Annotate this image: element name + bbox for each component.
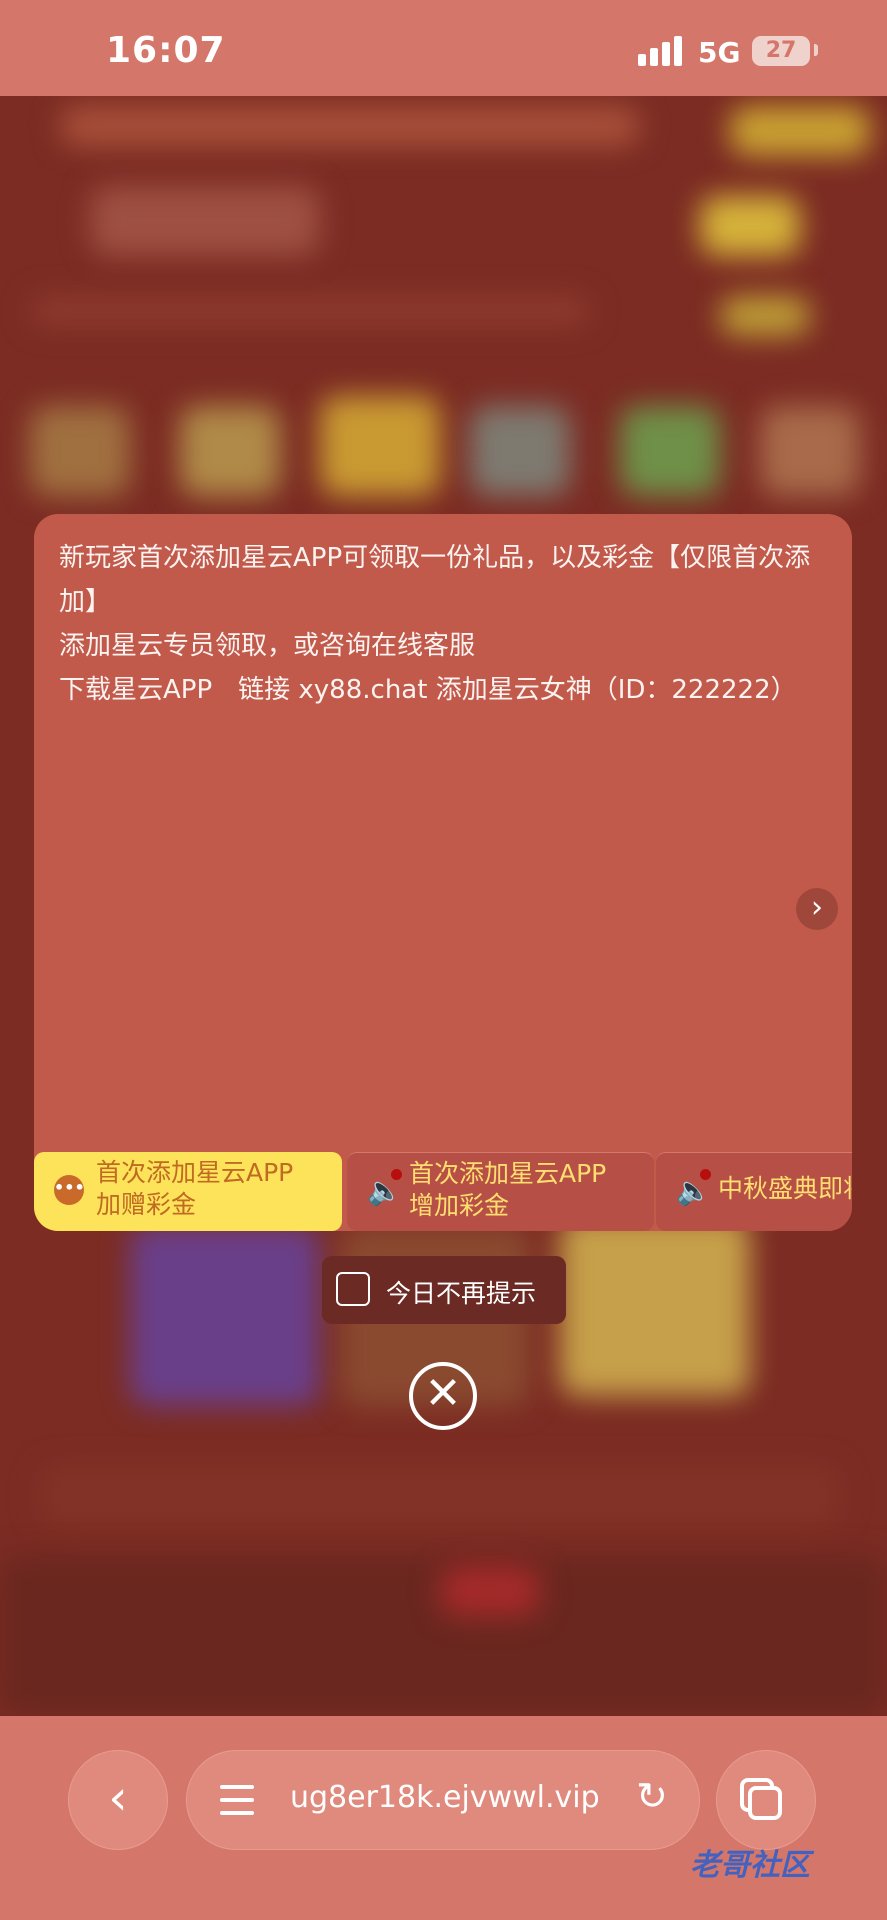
reload-icon[interactable]: ↻	[636, 1774, 668, 1818]
announcement-tab-2[interactable]: 🔈 首次添加星云APP 增加彩金	[347, 1152, 654, 1231]
menu-icon[interactable]	[220, 1785, 254, 1815]
next-arrow-icon[interactable]: ›	[796, 888, 838, 930]
no-remind-today-toggle[interactable]: 今日不再提示	[322, 1256, 566, 1324]
announcement-tab-1[interactable]: ••• 首次添加星云APP 加赠彩金	[34, 1152, 342, 1231]
unread-dot	[391, 1169, 402, 1180]
tab-line-1: 首次添加星云APP	[96, 1158, 294, 1187]
back-button[interactable]: ‹	[68, 1750, 168, 1850]
close-popup-button[interactable]: ✕	[409, 1362, 477, 1430]
tabs-icon	[748, 1786, 782, 1820]
announcement-line: 新玩家首次添加星云APP可领取一份礼品，以及彩金【仅限首次添加】	[59, 543, 811, 617]
browser-toolbar: ‹ ug8er18k.ejvwwl.vip ↻	[0, 1716, 887, 1920]
signal-icon	[638, 36, 684, 66]
no-remind-label: 今日不再提示	[386, 1279, 537, 1308]
announcement-text: 新玩家首次添加星云APP可领取一份礼品，以及彩金【仅限首次添加】 添加星云专员领…	[59, 536, 834, 712]
announcement-line: 添加星云专员领取，或咨询在线客服	[59, 631, 476, 661]
address-bar[interactable]: ug8er18k.ejvwwl.vip ↻	[186, 1750, 700, 1850]
announcement-popup: 新玩家首次添加星云APP可领取一份礼品，以及彩金【仅限首次添加】 添加星云专员领…	[34, 514, 852, 1231]
no-remind-checkbox[interactable]	[336, 1272, 370, 1306]
announcement-line: 下载星云APP 链接 xy88.chat 添加星云女神（ID：222222）	[59, 675, 797, 705]
tab-line-1: 中秋盛典即将	[718, 1174, 852, 1203]
chat-bubble-icon: •••	[54, 1175, 85, 1205]
battery-tip	[814, 44, 818, 56]
tabs-button[interactable]	[716, 1750, 816, 1850]
url-text[interactable]: ug8er18k.ejvwwl.vip	[290, 1780, 600, 1815]
tab-line-2: 增加彩金	[409, 1191, 510, 1220]
battery-icon: 27	[752, 36, 810, 66]
status-time: 16:07	[106, 30, 226, 71]
watermark-logo: 老哥社区	[690, 1848, 810, 1883]
speaker-icon: 🔈	[676, 1174, 711, 1207]
tab-line-2: 加赠彩金	[96, 1190, 197, 1219]
network-type: 5G	[698, 36, 741, 69]
tab-line-1: 首次添加星云APP	[409, 1159, 607, 1188]
announcement-tab-3[interactable]: 🔈 中秋盛典即将	[656, 1152, 852, 1231]
speaker-icon: 🔈	[367, 1174, 402, 1207]
status-bar: 16:07 5G 27	[0, 0, 887, 96]
unread-dot	[700, 1169, 711, 1180]
